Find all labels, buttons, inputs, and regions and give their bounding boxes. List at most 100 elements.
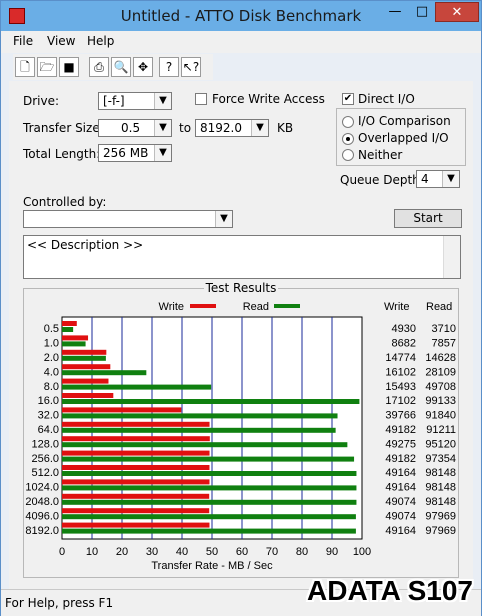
read-bar [62, 327, 74, 332]
force-write-checkbox[interactable] [195, 93, 207, 105]
transfer-from-select[interactable]: 0.5 ▼ [98, 119, 172, 137]
legend-read-swatch [274, 304, 300, 308]
watermark: ADATA S107 [307, 575, 473, 606]
read-bar [62, 499, 357, 505]
y-tick-label: 16.0 [38, 395, 59, 407]
overlapped-io-label: Overlapped I/O [358, 131, 449, 145]
menu-view[interactable]: View [47, 34, 75, 48]
neither-label: Neither [358, 148, 403, 162]
y-tick-label: 32.0 [38, 410, 59, 422]
menu-help[interactable]: Help [87, 34, 114, 48]
write-value: 15493 [385, 381, 416, 393]
transfer-to-select[interactable]: 8192.0 ▼ [195, 119, 269, 137]
write-value: 49074 [385, 496, 416, 508]
write-bar [62, 465, 210, 470]
queue-depth-select[interactable]: 4 ▼ [416, 170, 460, 188]
menu-file[interactable]: File [13, 34, 33, 48]
x-tick-label: 50 [206, 546, 218, 558]
write-value: 39766 [385, 410, 416, 422]
read-value: 98148 [425, 482, 456, 494]
status-text: For Help, press F1 [5, 596, 114, 610]
read-value: 3710 [432, 323, 456, 335]
queue-depth-value: 4 [421, 172, 429, 186]
read-bar [62, 399, 360, 404]
write-value: 4930 [392, 323, 416, 335]
write-value: 16102 [385, 366, 416, 378]
help-icon[interactable]: ? [159, 57, 179, 77]
write-value: 49164 [385, 467, 416, 479]
description-box[interactable]: << Description >> [23, 235, 461, 279]
read-bar [62, 442, 348, 448]
write-bar [62, 321, 77, 326]
write-bar [62, 436, 210, 442]
minimize-button[interactable]: — [381, 2, 409, 22]
write-bar [62, 421, 210, 427]
app-window: Untitled - ATTO Disk Benchmark — □ ✕ Fil… [0, 0, 482, 616]
print-preview-icon[interactable]: 🔍 [111, 57, 131, 77]
write-bar [62, 407, 182, 413]
chevron-down-icon[interactable]: ▼ [154, 120, 171, 136]
write-value: 49182 [385, 453, 416, 465]
y-tick-label: 8192.0 [25, 525, 59, 537]
title-bar[interactable]: Untitled - ATTO Disk Benchmark — □ ✕ [1, 1, 481, 31]
close-button[interactable]: ✕ [435, 2, 479, 22]
write-bar [62, 450, 210, 456]
open-folder-icon[interactable]: 🗁 [37, 57, 57, 77]
print-icon[interactable]: ⎙ [89, 57, 109, 77]
read-value: 14628 [425, 352, 456, 364]
read-bar [62, 528, 356, 534]
context-help-icon[interactable]: ↖? [181, 57, 201, 77]
total-length-value: 256 MB [103, 146, 149, 160]
transfer-to-value: 8192.0 [200, 121, 242, 135]
io-comparison-label: I/O Comparison [358, 114, 451, 128]
maximize-button[interactable]: □ [409, 2, 435, 22]
read-value: 97969 [425, 510, 456, 522]
move-icon[interactable]: ✥ [133, 57, 153, 77]
y-tick-label: 2048.0 [25, 496, 59, 508]
write-bar [62, 393, 114, 398]
unit-label: KB [277, 121, 294, 135]
read-value: 97969 [425, 525, 456, 537]
y-tick-label: 0.5 [44, 323, 59, 335]
write-value: 49275 [385, 438, 416, 450]
overlapped-io-radio[interactable] [342, 133, 354, 145]
neither-radio[interactable] [342, 149, 354, 161]
main-panel: Drive: [-f-] ▼ Force Write Access Transf… [9, 81, 473, 589]
read-bar [62, 514, 356, 520]
read-bar [62, 427, 336, 433]
description-text: << Description >> [27, 238, 144, 252]
read-bar [62, 485, 357, 491]
x-tick-label: 90 [326, 546, 338, 558]
chevron-down-icon[interactable]: ▼ [154, 93, 171, 109]
x-tick-label: 80 [296, 546, 308, 558]
total-length-select[interactable]: 256 MB ▼ [98, 144, 172, 162]
transfer-from-value: 0.5 [121, 121, 141, 135]
x-tick-label: 100 [353, 546, 371, 558]
controlled-by-select[interactable]: ▼ [23, 210, 233, 228]
x-tick-label: 0 [59, 546, 65, 558]
y-tick-label: 1024.0 [25, 482, 59, 494]
y-tick-label: 2.0 [44, 352, 59, 364]
read-bar [62, 471, 357, 476]
chevron-down-icon[interactable]: ▼ [442, 171, 459, 187]
y-tick-label: 8.0 [44, 381, 59, 393]
legend-write-label: Write [159, 301, 184, 313]
y-tick-label: 1.0 [44, 338, 59, 350]
save-icon[interactable]: ■ [59, 57, 79, 77]
read-value: 99133 [425, 395, 456, 407]
description-scrollbar[interactable] [443, 236, 460, 278]
y-tick-label: 512.0 [31, 467, 59, 479]
write-value: 49182 [385, 424, 416, 436]
new-file-icon[interactable]: 🗋 [15, 57, 35, 77]
io-comparison-radio[interactable] [342, 116, 354, 128]
chevron-down-icon[interactable]: ▼ [154, 145, 171, 161]
write-bar [62, 493, 210, 499]
transfer-rate-chart: 0 10 20 30 40 50 60 70 80 90 100 Transfer Rate - MB… [25, 301, 456, 572]
direct-io-checkbox[interactable]: ✔ [342, 93, 354, 105]
read-value: 49708 [425, 381, 456, 393]
chevron-down-icon[interactable]: ▼ [215, 211, 232, 227]
chevron-down-icon[interactable]: ▼ [251, 120, 268, 136]
start-button[interactable]: Start [394, 209, 462, 228]
drive-select[interactable]: [-f-] ▼ [98, 92, 172, 110]
legend-write-swatch [190, 304, 216, 308]
